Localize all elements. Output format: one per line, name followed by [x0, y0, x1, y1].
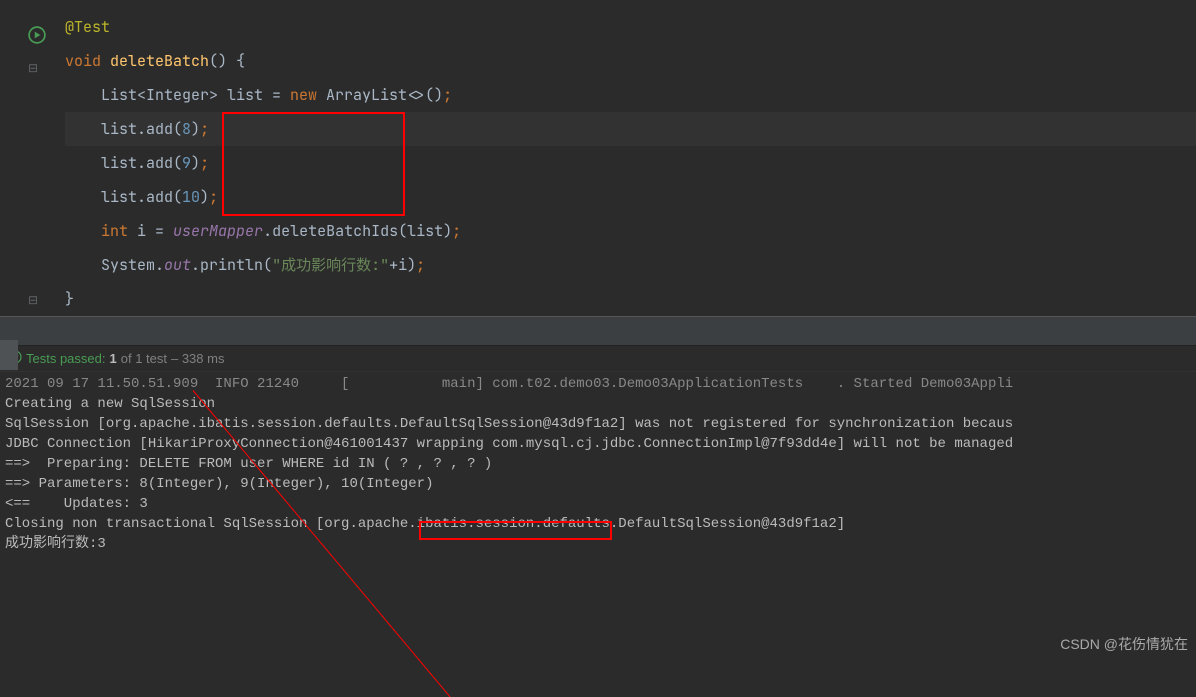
console-line: Creating a new SqlSession: [5, 394, 1191, 414]
code-line: void deleteBatch() {: [65, 44, 1196, 78]
console-line: 成功影响行数:3: [5, 534, 1191, 554]
tests-of: of 1 test: [121, 351, 167, 366]
code-line: System.out.println("成功影响行数:"+i);: [65, 248, 1196, 282]
editor-gutter: ⊟ ⊟: [0, 0, 55, 310]
console-line: 2021 09 17 11.50.51.909 INFO 21240 [ mai…: [5, 374, 1191, 394]
console-output[interactable]: 2021 09 17 11.50.51.909 INFO 21240 [ mai…: [0, 372, 1196, 556]
console-line: Closing non transactional SqlSession [or…: [5, 514, 1191, 534]
fold-close-icon[interactable]: ⊟: [28, 292, 48, 312]
code-line: List<Integer> list = new ArrayList<>();: [65, 78, 1196, 112]
run-test-icon[interactable]: [28, 26, 48, 46]
code-line: int i = userMapper.deleteBatchIds(list);: [65, 214, 1196, 248]
side-panel-strip[interactable]: [0, 340, 18, 370]
tests-count: 1: [110, 351, 117, 366]
console-line: SqlSession [org.apache.ibatis.session.de…: [5, 414, 1191, 434]
code-line: }: [65, 282, 1196, 316]
code-line: @Test: [65, 10, 1196, 44]
code-line: list.add(9);: [65, 146, 1196, 180]
console-line: <== Updates: 3: [5, 494, 1191, 514]
console-line: ==> Preparing: DELETE FROM user WHERE id…: [5, 454, 1191, 474]
toolbar-divider: [0, 316, 1196, 346]
watermark: CSDN @花伤情犹在: [1060, 634, 1188, 654]
fold-open-icon[interactable]: ⊟: [28, 60, 48, 80]
code-content[interactable]: @Test void deleteBatch() { List<Integer>…: [65, 10, 1196, 316]
console-line: JDBC Connection [HikariProxyConnection@4…: [5, 434, 1191, 454]
test-status-bar: Tests passed: 1 of 1 test – 338 ms: [0, 346, 1196, 372]
code-line: list.add(10);: [65, 180, 1196, 214]
code-editor[interactable]: ⊟ ⊟ @Test void deleteBatch() { List<Inte…: [0, 0, 1196, 316]
tests-passed-label: Tests passed:: [26, 351, 106, 366]
console-line: ==> Parameters: 8(Integer), 9(Integer), …: [5, 474, 1191, 494]
tests-time: – 338 ms: [171, 351, 224, 366]
code-line: list.add(8);: [65, 112, 1196, 146]
